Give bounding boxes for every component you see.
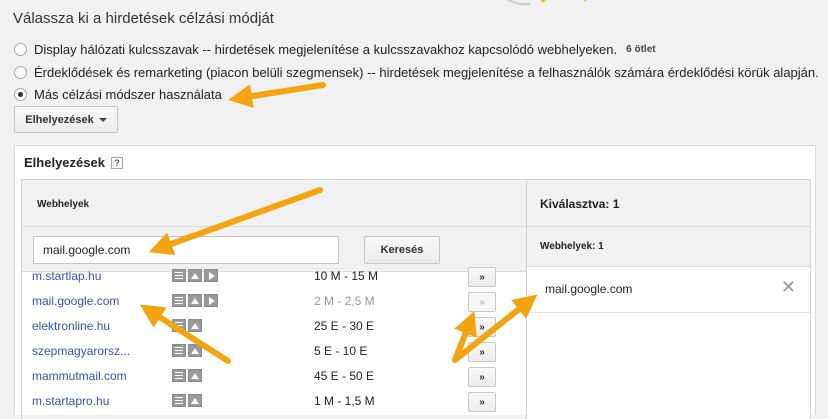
- radio-option-interests[interactable]: Érdeklődések és remarketing (piacon belü…: [14, 65, 819, 80]
- arrow-to-other-method: [228, 82, 326, 108]
- text-ad-icon: [172, 369, 186, 382]
- ad-format-icons: [172, 269, 218, 282]
- ad-format-icons: [172, 394, 202, 407]
- remove-icon[interactable]: ✕: [781, 277, 796, 298]
- add-website-button[interactable]: »: [468, 392, 496, 412]
- ad-format-icons: [172, 319, 202, 332]
- radio-option-label: Más célzási módszer használata: [34, 87, 222, 102]
- website-reach: 1 M - 1,5 M: [314, 394, 375, 408]
- image-ad-icon: [188, 319, 202, 332]
- panel-title: Elhelyezések ?: [24, 155, 123, 170]
- website-row: mail.google.com 2 M - 2,5 M »: [22, 290, 526, 315]
- video-ad-icon: [204, 294, 218, 307]
- radio-option-label: Érdeklődések és remarketing (piacon belü…: [34, 65, 819, 80]
- ad-format-icons: [172, 344, 202, 357]
- text-ad-icon: [172, 294, 186, 307]
- image-ad-icon: [188, 394, 202, 407]
- selected-header: Kiválasztva: 1: [527, 180, 810, 227]
- radio-button-selected[interactable]: [14, 88, 27, 101]
- radio-button[interactable]: [14, 66, 27, 79]
- video-ad-icon: [204, 269, 218, 282]
- image-ad-icon: [188, 344, 202, 357]
- help-icon[interactable]: ?: [110, 156, 123, 169]
- caret-down-icon: [98, 117, 107, 122]
- selected-websites-count: Webhelyek: 1: [527, 227, 810, 267]
- website-reach: 25 E - 30 E: [314, 319, 375, 333]
- add-website-button[interactable]: »: [468, 317, 496, 337]
- website-reach: 5 E - 10 E: [314, 344, 368, 358]
- page-heading: Válassza ki a hirdetések célzási módját: [13, 10, 274, 27]
- ideas-badge[interactable]: 6 ötlet: [626, 44, 655, 55]
- website-row: m.startapro.hu 1 M - 1,5 M »: [22, 390, 526, 415]
- text-ad-icon: [172, 269, 186, 282]
- text-ad-icon: [172, 344, 186, 357]
- radio-option-other-method[interactable]: Más célzási módszer használata: [14, 87, 222, 102]
- panel-title-text: Elhelyezések: [24, 155, 105, 170]
- add-website-button[interactable]: »: [468, 267, 496, 287]
- website-reach: 10 M - 15 M: [314, 269, 379, 283]
- website-rows: m.startlap.hu 10 M - 15 M» mail.google.com…: [22, 265, 526, 415]
- radio-button[interactable]: [14, 43, 27, 56]
- website-link[interactable]: m.startapro.hu: [32, 394, 109, 408]
- ad-format-icons: [172, 369, 202, 382]
- ad-format-icons: [172, 294, 218, 307]
- decorative-graphic: [506, 0, 590, 6]
- website-search-input[interactable]: [33, 236, 339, 264]
- radio-option-keywords[interactable]: Display hálózati kulcsszavak -- hirdetés…: [14, 42, 656, 57]
- image-ad-icon: [188, 369, 202, 382]
- website-row: elektronline.hu 25 E - 30 E »: [22, 315, 526, 340]
- text-ad-icon: [172, 394, 186, 407]
- placements-dropdown-button[interactable]: Elhelyezések: [14, 106, 118, 133]
- image-ad-icon: [188, 294, 202, 307]
- radio-option-label: Display hálózati kulcsszavak -- hirdetés…: [34, 42, 618, 57]
- selected-item: mail.google.com ✕: [527, 267, 810, 313]
- text-ad-icon: [172, 319, 186, 332]
- add-website-button[interactable]: »: [468, 292, 496, 312]
- website-row: mammutmail.com 45 E - 50 E »: [22, 365, 526, 390]
- image-ad-icon: [188, 269, 202, 282]
- website-link[interactable]: mail.google.com: [32, 294, 119, 308]
- website-link[interactable]: m.startlap.hu: [32, 269, 101, 283]
- website-reach: 2 M - 2,5 M: [314, 294, 375, 308]
- websites-header: Webhelyek: [22, 180, 526, 227]
- website-link[interactable]: szepmagyarorsz...: [32, 344, 130, 358]
- selected-box: Kiválasztva: 1 Webhelyek: 1 mail.google.…: [527, 179, 811, 419]
- dropdown-label: Elhelyezések: [25, 113, 94, 126]
- placements-panel: Elhelyezések ? Webhelyek Keresés m.start…: [14, 145, 816, 419]
- selected-item-label: mail.google.com: [545, 282, 633, 296]
- website-row: m.startlap.hu 10 M - 15 M »: [22, 265, 526, 290]
- add-website-button[interactable]: »: [468, 367, 496, 387]
- search-button[interactable]: Keresés: [364, 236, 440, 264]
- websites-list-box: Webhelyek Keresés m.startlap.hu 10 M - 15…: [21, 179, 527, 419]
- website-reach: 45 E - 50 E: [314, 369, 375, 383]
- website-link[interactable]: mammutmail.com: [32, 369, 127, 383]
- website-row: szepmagyarorsz... 5 E - 10 E »: [22, 340, 526, 365]
- website-link[interactable]: elektronline.hu: [32, 319, 110, 333]
- add-website-button[interactable]: »: [468, 342, 496, 362]
